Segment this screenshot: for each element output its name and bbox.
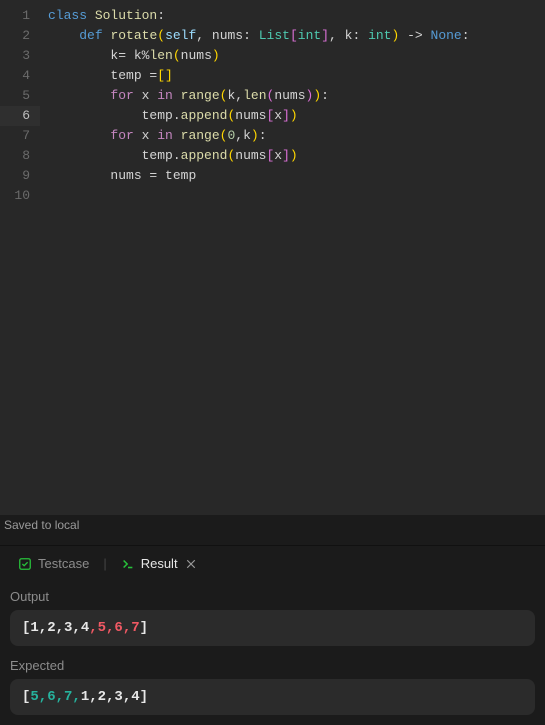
- terminal-icon: [121, 557, 135, 571]
- code-line[interactable]: temp.append(nums[x]): [48, 106, 545, 126]
- output-tokens: 1,2,3,4,5,6,7: [30, 620, 139, 636]
- line-number: 7: [0, 126, 40, 146]
- line-number: 8: [0, 146, 40, 166]
- code-line[interactable]: class Solution:: [48, 6, 545, 26]
- diff-token: ,5,6,7: [89, 620, 139, 636]
- tab-result[interactable]: Result: [113, 550, 206, 577]
- testcase-icon: [18, 557, 32, 571]
- status-text: Saved to local: [4, 518, 79, 532]
- result-tabs: Testcase | Result: [0, 545, 545, 581]
- line-number: 1: [0, 6, 40, 26]
- tab-separator: |: [101, 556, 108, 571]
- line-number: 6: [0, 106, 40, 126]
- line-number: 9: [0, 166, 40, 186]
- tab-testcase-label: Testcase: [38, 556, 89, 571]
- code-area[interactable]: class Solution: def rotate(self, nums: L…: [40, 0, 545, 515]
- tab-testcase[interactable]: Testcase: [10, 550, 97, 577]
- bracket-close: ]: [140, 620, 148, 636]
- code-line[interactable]: temp.append(nums[x]): [48, 146, 545, 166]
- line-number: 3: [0, 46, 40, 66]
- code-pre[interactable]: class Solution: def rotate(self, nums: L…: [48, 6, 545, 206]
- code-line[interactable]: nums = temp: [48, 166, 545, 186]
- expected-label: Expected: [10, 658, 535, 673]
- status-bar: Saved to local: [0, 515, 545, 535]
- line-number: 10: [0, 186, 40, 206]
- code-line[interactable]: for x in range(0,k):: [48, 126, 545, 146]
- output-box: [1,2,3,4,5,6,7]: [10, 610, 535, 646]
- diff-token: 1,2,3,4: [81, 689, 140, 705]
- code-editor[interactable]: 12345678910 class Solution: def rotate(s…: [0, 0, 545, 515]
- output-label: Output: [10, 589, 535, 604]
- line-number: 4: [0, 66, 40, 86]
- code-line[interactable]: k= k%len(nums): [48, 46, 545, 66]
- diff-token: 5,6,7,: [30, 689, 80, 705]
- diff-token: 1,2,3,4: [30, 620, 89, 636]
- code-line[interactable]: temp =[]: [48, 66, 545, 86]
- result-panel: Output [1,2,3,4,5,6,7] Expected [5,6,7,1…: [0, 581, 545, 725]
- code-line[interactable]: [48, 186, 545, 206]
- expected-box: [5,6,7,1,2,3,4]: [10, 679, 535, 715]
- line-number-gutter: 12345678910: [0, 0, 40, 515]
- tab-result-label: Result: [141, 556, 178, 571]
- expected-tokens: 5,6,7,1,2,3,4: [30, 689, 139, 705]
- line-number: 2: [0, 26, 40, 46]
- panel-drag-handle[interactable]: [0, 535, 545, 545]
- code-line[interactable]: for x in range(k,len(nums)):: [48, 86, 545, 106]
- bracket-close: ]: [140, 689, 148, 705]
- code-line[interactable]: def rotate(self, nums: List[int], k: int…: [48, 26, 545, 46]
- line-number: 5: [0, 86, 40, 106]
- close-icon[interactable]: [184, 557, 198, 571]
